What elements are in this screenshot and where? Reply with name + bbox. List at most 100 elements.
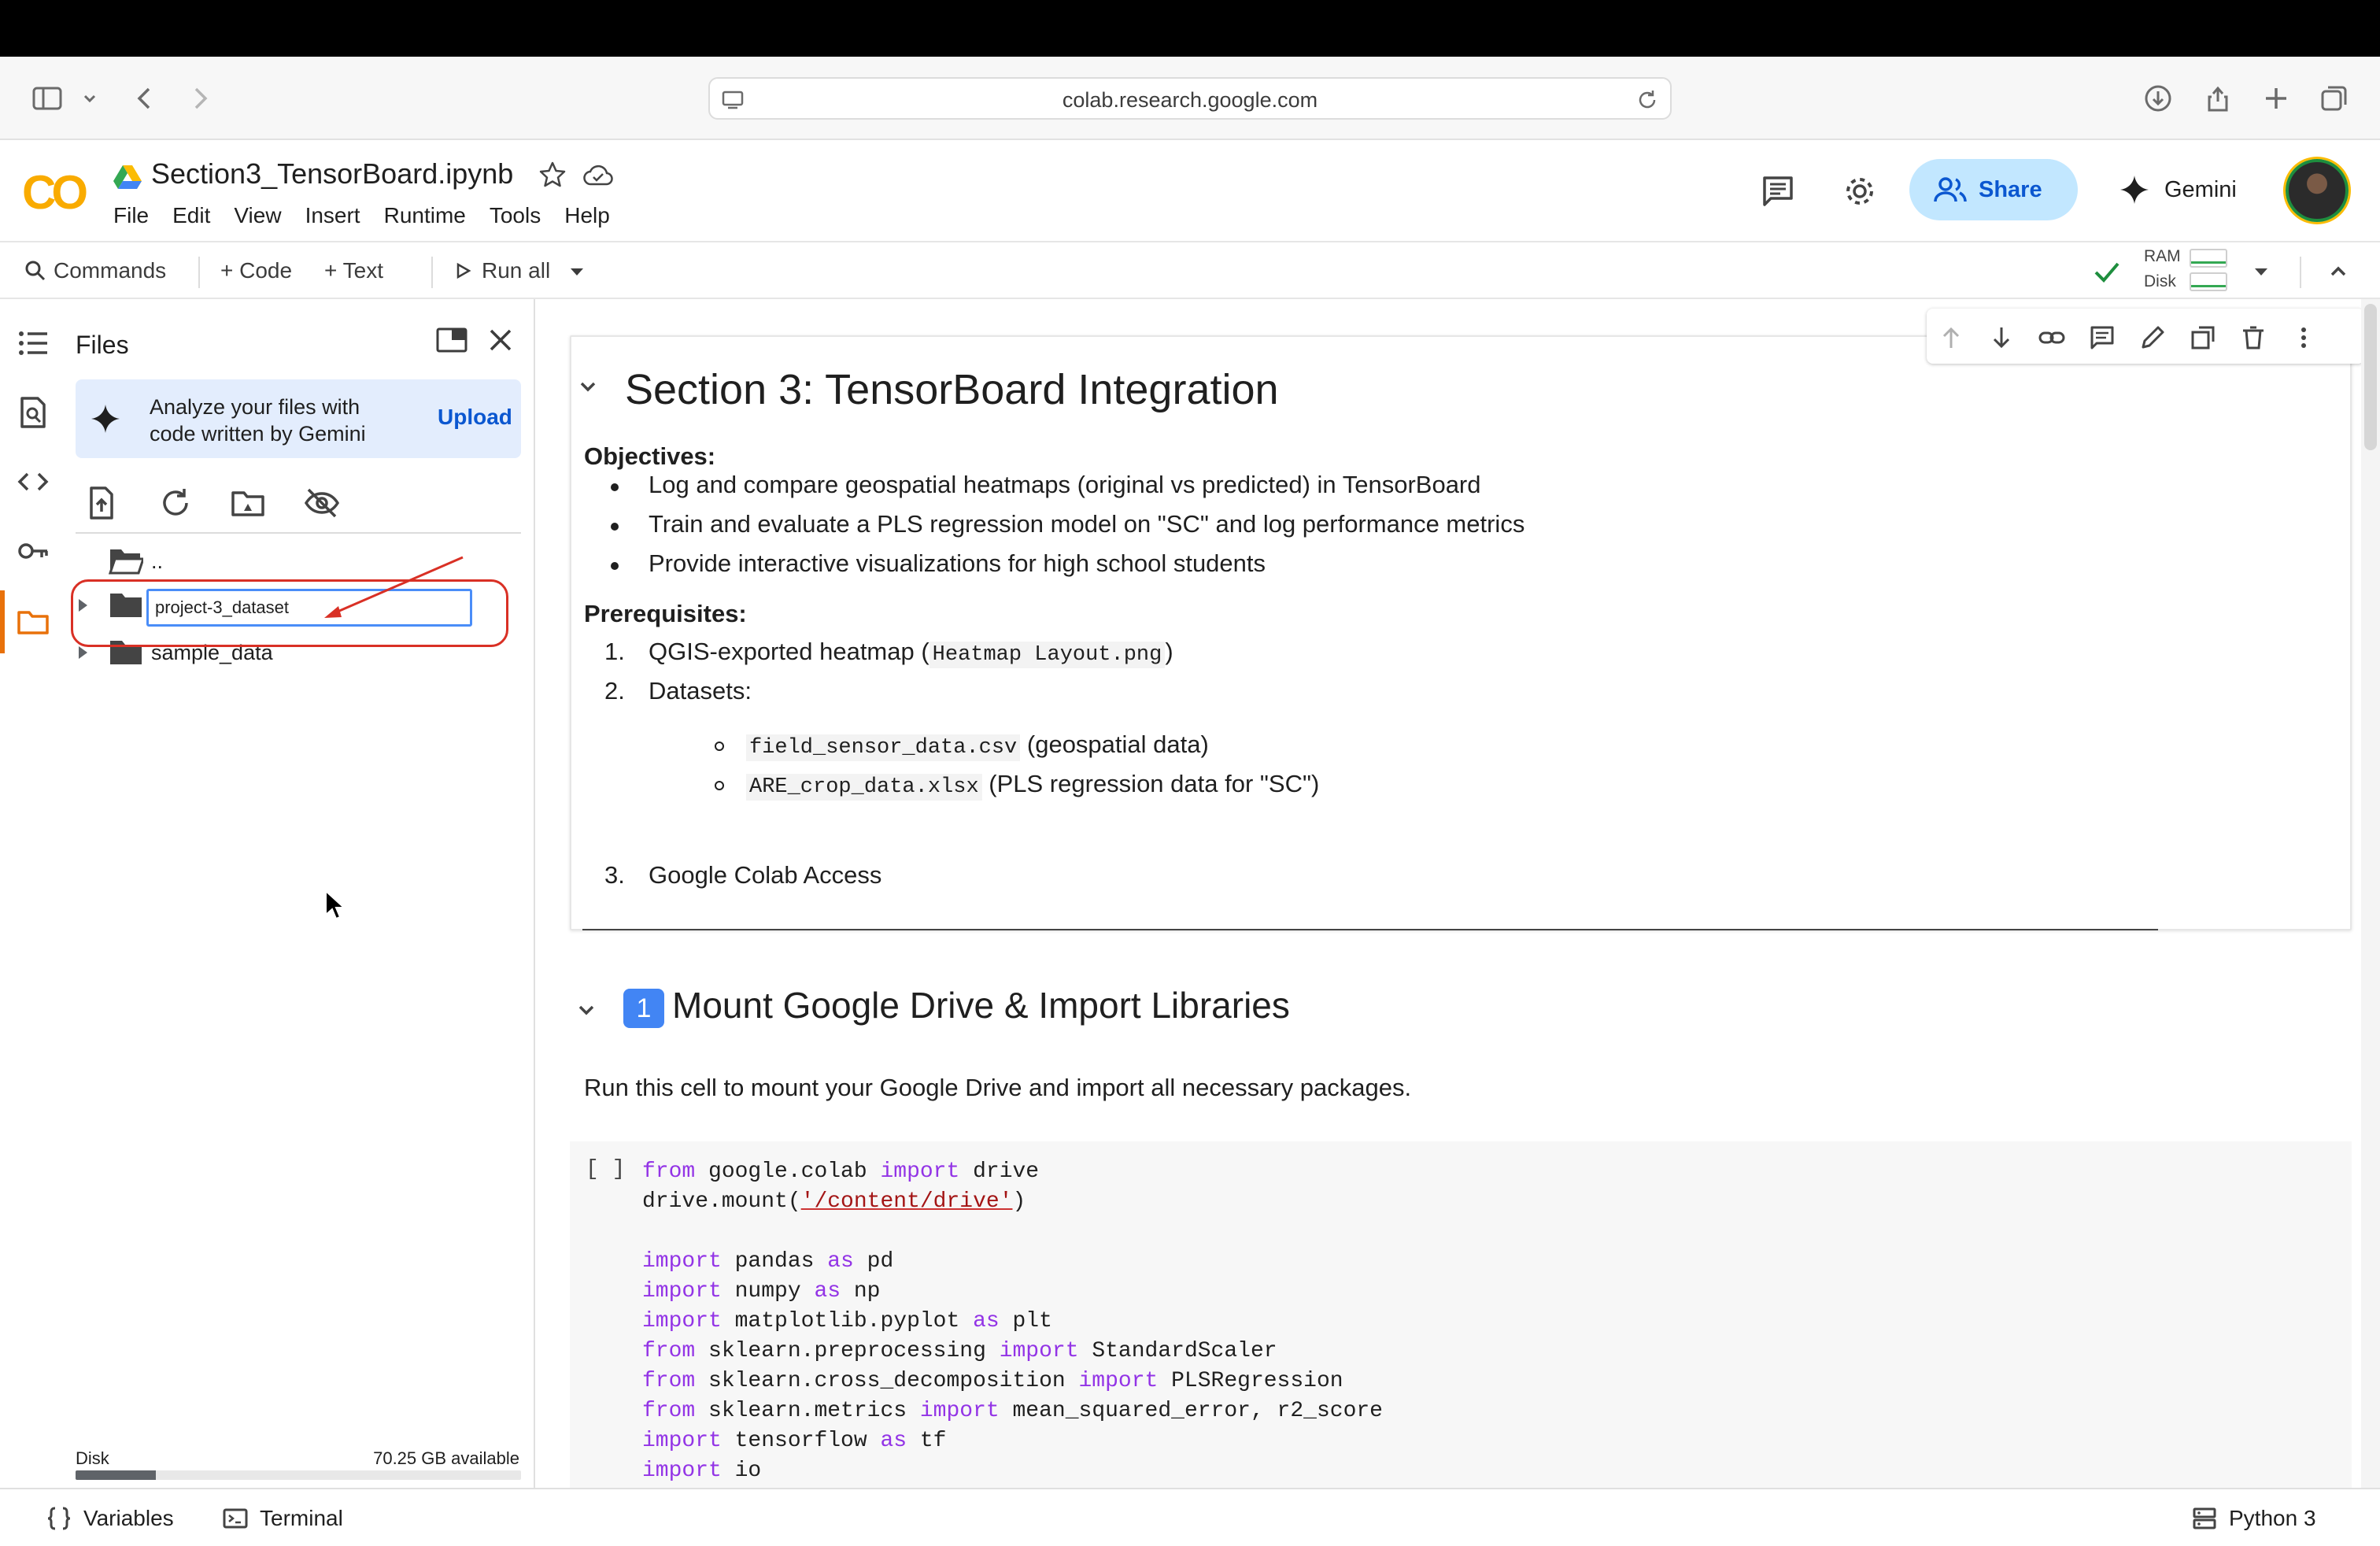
colab-logo[interactable]: CO [22,165,88,220]
dataset-item: field_sensor_data.csv (geospatial data) [746,730,1209,761]
hidden-files-icon[interactable] [304,485,340,521]
files-panel: Files Analyze your files with code writt… [65,299,535,1488]
screen-top-strip [0,0,2380,57]
more-options-icon[interactable] [2290,324,2317,351]
dataset-item: ARE_crop_data.xlsx (PLS regression data … [746,770,1320,801]
key-icon[interactable] [16,534,50,568]
variables-label: Variables [83,1506,174,1530]
avatar[interactable] [2286,159,2349,222]
menu-help[interactable]: Help [564,203,610,228]
add-code-button[interactable]: + Code [220,258,292,283]
share-button[interactable]: Share [1909,159,2078,220]
disk-usage-fill [76,1470,156,1480]
gemini-button[interactable]: Gemini [2109,159,2267,220]
inline-code: field_sensor_data.csv [746,734,1021,761]
variables-button[interactable]: Variables [46,1505,174,1532]
people-icon [1934,177,1967,202]
notebook-title[interactable]: Section3_TensorBoard.ipynb [151,157,513,190]
menu-bar: File Edit View Insert Runtime Tools Help [113,203,634,228]
open-folder-icon [109,546,143,575]
tab-overview-icon[interactable] [2319,83,2350,114]
run-cell-button[interactable]: [ ] [586,1157,625,1182]
mount-drive-icon[interactable] [230,485,266,521]
menu-tools[interactable]: Tools [490,203,541,228]
move-up-icon[interactable] [1938,324,1964,351]
run-all-button[interactable]: Run all [453,258,550,283]
comments-icon[interactable] [1760,173,1796,209]
bullet [715,781,724,790]
close-icon[interactable] [483,323,518,357]
run-all-label: Run all [482,258,551,283]
dataset-desc: (PLS regression data for "SC") [989,770,1320,797]
menu-insert[interactable]: Insert [305,203,360,228]
upload-button[interactable]: Upload [438,405,512,430]
move-down-icon[interactable] [1988,324,2015,351]
scrollbar-thumb[interactable] [2364,304,2377,450]
comment-icon[interactable] [2089,324,2116,351]
edit-pencil-icon[interactable] [2139,324,2166,351]
add-text-button[interactable]: + Text [324,258,383,283]
commands-label: Commands [54,258,167,283]
new-tab-icon[interactable] [2260,83,2292,114]
markdown-cell-section3[interactable]: Section 3: TensorBoard Integration Objec… [570,335,2352,930]
colab-header: CO Section3_TensorBoard.ipynb File Edit … [0,140,2380,241]
code-snippets-icon[interactable] [16,464,50,499]
collapse-header-icon[interactable] [2326,260,2350,283]
list-number: 2. [604,677,625,705]
table-of-contents-icon[interactable] [16,326,50,361]
code-editor[interactable]: from google.colab import drive drive.mou… [642,1157,1383,1486]
trash-icon[interactable] [2240,324,2267,351]
list-number: 1. [604,638,625,665]
objective-item: Train and evaluate a PLS regression mode… [649,510,1525,538]
back-icon[interactable] [129,83,161,114]
ram-meter[interactable] [2190,249,2227,268]
upload-file-icon[interactable] [83,485,120,521]
keycap-number-icon: 1 [623,988,664,1028]
connected-check-icon [2090,255,2123,288]
forward-icon[interactable] [184,83,216,114]
disk-meter[interactable] [2190,272,2227,291]
menu-edit[interactable]: Edit [172,203,210,228]
share-page-icon[interactable] [2202,83,2234,114]
reload-icon[interactable] [1635,88,1659,112]
menu-view[interactable]: View [234,203,281,228]
terminal-button[interactable]: Terminal [222,1505,343,1532]
star-icon[interactable] [538,161,567,189]
gear-icon[interactable] [1842,173,1878,209]
list-number: 3. [604,861,625,889]
prerequisite-item: Datasets: [649,677,752,705]
inline-code: ARE_crop_data.xlsx [746,774,982,801]
play-icon [456,262,471,279]
gemini-files-card: Analyze your files with code written by … [76,379,521,458]
prereq1-suffix: ) [1165,638,1173,665]
objective-item: Log and compare geospatial heatmaps (ori… [649,471,1481,498]
downloads-icon[interactable] [2142,83,2174,114]
mirror-cell-icon[interactable] [2190,324,2216,351]
address-bar[interactable]: colab.research.google.com [708,77,1672,120]
chevron-down-icon[interactable] [79,83,101,114]
link-icon[interactable] [2038,324,2065,351]
menu-file[interactable]: File [113,203,149,228]
active-tab-indicator [0,590,5,653]
sidebar-toggle-icon[interactable] [31,83,63,114]
prerequisite-item: QGIS-exported heatmap (Heatmap Layout.pn… [649,638,1173,668]
objective-item: Provide interactive visualizations for h… [649,549,1266,577]
toolbar-divider [431,257,433,288]
commands-button[interactable]: Commands [24,258,166,283]
open-in-tab-icon[interactable] [434,323,469,357]
folder-icon[interactable] [16,605,50,639]
notebook-scrollbar[interactable] [2361,299,2380,1488]
find-replace-icon[interactable] [16,395,50,430]
runtime-status-button[interactable]: Python 3 [2191,1505,2316,1532]
collapse-section-icon[interactable] [575,998,598,1022]
section-heading: Section 3: TensorBoard Integration [625,366,1279,413]
collapse-section-icon[interactable] [576,375,600,398]
gemini-card-text: Analyze your files with code written by … [150,395,366,446]
bullet [715,742,724,751]
cloud-saved-icon[interactable] [582,162,614,189]
code-cell[interactable]: [ ] from google.colab import drive drive… [570,1141,2352,1488]
refresh-icon[interactable] [157,485,194,521]
menu-runtime[interactable]: Runtime [384,203,466,228]
run-all-dropdown-icon[interactable] [565,260,589,283]
runtime-dropdown-icon[interactable] [2249,260,2273,283]
